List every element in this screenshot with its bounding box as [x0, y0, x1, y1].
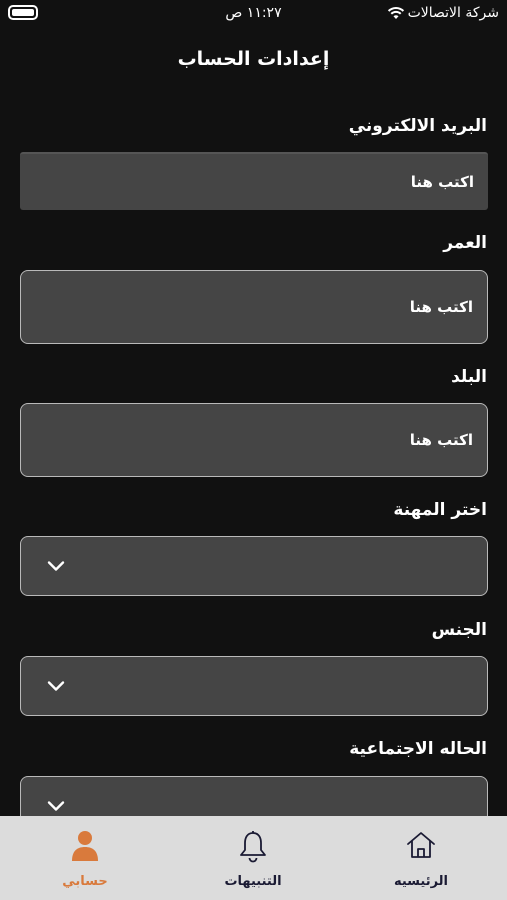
- chevron-down-icon: [47, 681, 65, 691]
- bottom-nav: حسابي التنبيهات الرئيسيه: [0, 816, 507, 900]
- nav-item-notifications[interactable]: التنبيهات: [178, 816, 328, 900]
- chevron-down-icon: [47, 801, 65, 811]
- chevron-down-icon: [47, 561, 65, 571]
- age-label: العمر: [443, 233, 487, 253]
- carrier-name: شركة الاتصالات: [407, 5, 499, 21]
- email-field[interactable]: اكتب هنا: [20, 152, 488, 210]
- marital-status-label: الحاله الاجتماعية: [349, 739, 487, 759]
- nav-label-home: الرئيسيه: [393, 874, 449, 889]
- gender-select[interactable]: [20, 656, 488, 716]
- status-bar: ١١:٢٧ ص شركة الاتصالات: [0, 0, 507, 28]
- country-field[interactable]: اكتب هنا: [20, 403, 488, 477]
- bell-icon: [240, 831, 266, 863]
- nav-item-home[interactable]: الرئيسيه: [346, 816, 496, 900]
- gender-label: الجنس: [431, 620, 487, 640]
- nav-item-account[interactable]: حسابي: [10, 816, 160, 900]
- country-label: البلد: [451, 367, 487, 387]
- age-placeholder: اكتب هنا: [409, 298, 473, 316]
- wifi-icon: [387, 7, 405, 19]
- page-title: إعدادات الحساب: [177, 48, 330, 70]
- email-placeholder: اكتب هنا: [410, 173, 474, 191]
- nav-label-notifications: التنبيهات: [224, 874, 282, 889]
- nav-label-account: حسابي: [62, 874, 108, 889]
- user-icon: [72, 831, 98, 861]
- email-label: البريد الالكتروني: [348, 116, 487, 136]
- home-icon: [407, 832, 435, 858]
- age-field[interactable]: اكتب هنا: [20, 270, 488, 344]
- profession-label: اختر المهنة: [393, 500, 487, 520]
- country-placeholder: اكتب هنا: [409, 431, 473, 449]
- profession-select[interactable]: [20, 536, 488, 596]
